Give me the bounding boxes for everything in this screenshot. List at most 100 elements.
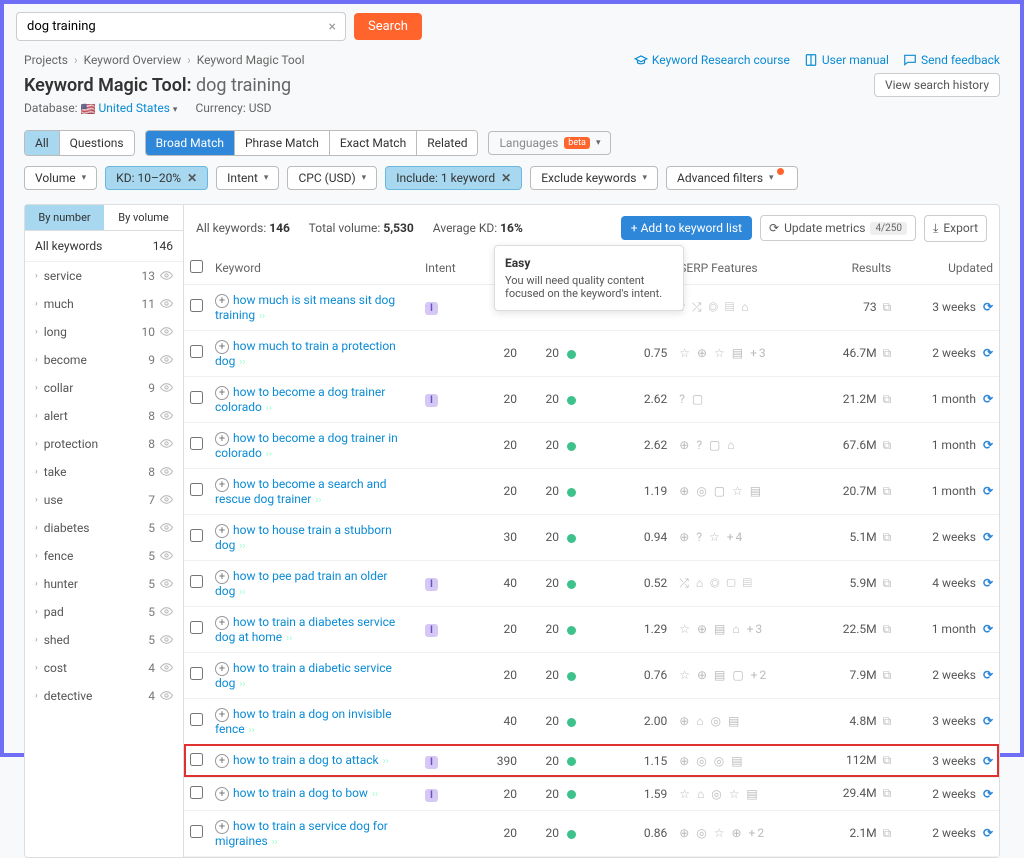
select-all-checkbox[interactable] [190, 260, 203, 273]
eye-icon[interactable] [160, 605, 173, 618]
languages-filter[interactable]: Languagesbeta▾ [488, 131, 611, 155]
open-icon[interactable]: ›› [272, 837, 278, 848]
sidebar-tab-by-volume[interactable]: By volume [104, 205, 183, 230]
copy-icon[interactable]: ⧉ [883, 714, 892, 728]
sidebar-item-long[interactable]: ›long10 [25, 318, 183, 346]
filter-cpc[interactable]: CPC (USD)▾ [287, 166, 377, 190]
refresh-row-icon[interactable]: ⟳ [983, 438, 993, 452]
row-checkbox[interactable] [190, 529, 203, 542]
tab-broad-match[interactable]: Broad Match [146, 131, 235, 155]
eye-icon[interactable] [160, 297, 173, 310]
row-checkbox[interactable] [190, 437, 203, 450]
expand-icon[interactable]: + [215, 754, 229, 768]
keyword-link[interactable]: how much is sit means sit dog training [215, 293, 395, 322]
row-checkbox[interactable] [190, 667, 203, 680]
copy-icon[interactable]: ⧉ [883, 622, 892, 636]
sidebar-item-shed[interactable]: ›shed5 [25, 626, 183, 654]
expand-icon[interactable]: + [215, 294, 229, 308]
eye-icon[interactable] [160, 325, 173, 338]
eye-icon[interactable] [160, 521, 173, 534]
refresh-row-icon[interactable]: ⟳ [983, 484, 993, 498]
clear-search-icon[interactable]: × [329, 19, 336, 35]
send-feedback-link[interactable]: Send feedback [903, 53, 1000, 67]
row-checkbox[interactable] [190, 713, 203, 726]
row-checkbox[interactable] [190, 621, 203, 634]
keyword-research-course-link[interactable]: Keyword Research course [634, 53, 790, 67]
refresh-row-icon[interactable]: ⟳ [983, 714, 993, 728]
refresh-row-icon[interactable]: ⟳ [983, 787, 993, 801]
sidebar-item-become[interactable]: ›become9 [25, 346, 183, 374]
crumb-current[interactable]: Keyword Magic Tool [197, 53, 305, 67]
keyword-link[interactable]: how to become a search and rescue dog tr… [215, 477, 387, 506]
open-icon[interactable]: ›› [266, 403, 272, 414]
keyword-link[interactable]: how to train a dog on invisible fence [215, 707, 392, 736]
refresh-row-icon[interactable]: ⟳ [983, 668, 993, 682]
eye-icon[interactable] [160, 633, 173, 646]
crumb-overview[interactable]: Keyword Overview [84, 53, 182, 67]
sidebar-item-take[interactable]: ›take8 [25, 458, 183, 486]
sidebar-item-pad[interactable]: ›pad5 [25, 598, 183, 626]
open-icon[interactable]: ›› [383, 756, 389, 767]
open-icon[interactable]: ›› [239, 587, 245, 598]
search-button[interactable]: Search [354, 13, 422, 40]
filter-volume[interactable]: Volume▾ [24, 166, 97, 190]
sidebar-item-use[interactable]: ›use7 [25, 486, 183, 514]
sidebar-item-fence[interactable]: ›fence5 [25, 542, 183, 570]
sidebar-item-cost[interactable]: ›cost4 [25, 654, 183, 682]
expand-icon[interactable]: + [215, 616, 229, 630]
keyword-link[interactable]: how to train a service dog for migraines [215, 819, 388, 848]
row-checkbox[interactable] [190, 483, 203, 496]
col-serp-features[interactable]: SERP Features [673, 252, 813, 285]
row-checkbox[interactable] [190, 391, 203, 404]
row-checkbox[interactable] [190, 786, 203, 799]
eye-icon[interactable] [160, 269, 173, 282]
copy-icon[interactable]: ⧉ [883, 530, 892, 544]
eye-icon[interactable] [160, 549, 173, 562]
refresh-row-icon[interactable]: ⟳ [983, 300, 993, 314]
eye-icon[interactable] [160, 465, 173, 478]
eye-icon[interactable] [160, 493, 173, 506]
open-icon[interactable]: ›› [372, 789, 378, 800]
export-button[interactable]: ⤓Export [924, 215, 987, 242]
open-icon[interactable]: ›› [315, 495, 321, 506]
expand-icon[interactable]: + [215, 820, 229, 834]
copy-icon[interactable]: ⧉ [883, 826, 892, 840]
eye-icon[interactable] [160, 577, 173, 590]
col-intent[interactable]: Intent [419, 252, 478, 285]
keyword-link[interactable]: how to become a dog trainer in colorado [215, 431, 398, 460]
view-search-history-button[interactable]: View search history [874, 73, 1000, 97]
tab-exact-match[interactable]: Exact Match [330, 131, 417, 155]
eye-icon[interactable] [160, 661, 173, 674]
filter-intent[interactable]: Intent▾ [216, 166, 279, 190]
tab-questions[interactable]: Questions [60, 131, 134, 155]
keyword-link[interactable]: how to train a diabetes service dog at h… [215, 615, 395, 644]
expand-icon[interactable]: + [215, 386, 229, 400]
sidebar-item-service[interactable]: ›service13 [25, 262, 183, 290]
filter-exclude[interactable]: Exclude keywords▾ [530, 166, 658, 190]
row-checkbox[interactable] [190, 753, 203, 766]
filter-include[interactable]: Include: 1 keyword✕ [385, 166, 522, 190]
eye-icon[interactable] [160, 437, 173, 450]
expand-icon[interactable]: + [215, 524, 229, 538]
eye-icon[interactable] [160, 381, 173, 394]
row-checkbox[interactable] [190, 575, 203, 588]
keyword-link[interactable]: how to become a dog trainer colorado [215, 385, 385, 414]
copy-icon[interactable]: ⧉ [883, 576, 892, 590]
open-icon[interactable]: ›› [286, 633, 292, 644]
copy-icon[interactable]: ⧉ [883, 668, 892, 682]
refresh-row-icon[interactable]: ⟳ [983, 530, 993, 544]
copy-icon[interactable]: ⧉ [883, 753, 892, 767]
tab-related[interactable]: Related [417, 131, 477, 155]
open-icon[interactable]: ›› [239, 679, 245, 690]
sidebar-item-detective[interactable]: ›detective4 [25, 682, 183, 710]
eye-icon[interactable] [160, 689, 173, 702]
add-to-keyword-list-button[interactable]: + Add to keyword list [621, 216, 752, 240]
sidebar-item-collar[interactable]: ›collar9 [25, 374, 183, 402]
open-icon[interactable]: ›› [259, 311, 265, 322]
sidebar-item-alert[interactable]: ›alert8 [25, 402, 183, 430]
tab-phrase-match[interactable]: Phrase Match [235, 131, 330, 155]
expand-icon[interactable]: + [215, 662, 229, 676]
eye-icon[interactable] [160, 409, 173, 422]
database-select[interactable]: United States ▾ [99, 101, 178, 115]
expand-icon[interactable]: + [215, 708, 229, 722]
